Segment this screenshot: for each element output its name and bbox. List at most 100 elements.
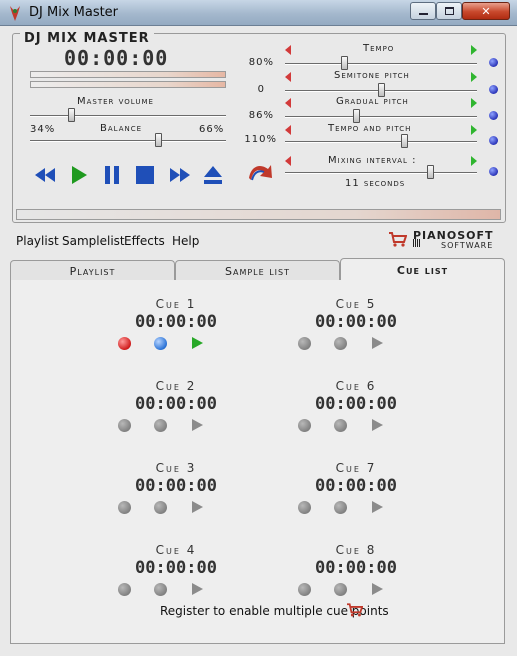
- tempo-and-pitch-track: [285, 141, 477, 143]
- cue-set-button: [118, 501, 131, 514]
- cue-goto-button: [334, 419, 347, 432]
- cue-time: 00:00:00: [315, 394, 397, 414]
- mixing-interval-slider[interactable]: [427, 165, 434, 179]
- mixing-interval-track: [285, 172, 477, 174]
- cue-play-icon: [372, 419, 383, 431]
- close-button[interactable]: ✕: [462, 2, 510, 20]
- cue-label: Cue 3: [155, 461, 197, 475]
- close-icon: ✕: [481, 4, 491, 18]
- cue-set-button: [118, 583, 131, 596]
- fast-forward-button[interactable]: [168, 164, 192, 186]
- balance-track: [30, 140, 226, 142]
- maximize-button[interactable]: [436, 2, 462, 20]
- menu-samplelist[interactable]: Samplelist: [62, 234, 125, 248]
- cue-3: Cue 3 00:00:00: [106, 461, 246, 517]
- tab-playlist[interactable]: Playlist: [10, 260, 175, 281]
- reset-arrow-icon[interactable]: [246, 160, 274, 184]
- play-button[interactable]: [67, 164, 91, 186]
- tempo-pitch-increase-icon[interactable]: [471, 125, 477, 135]
- tab-sample-list[interactable]: Sample list: [175, 260, 340, 281]
- stop-button[interactable]: [133, 164, 157, 186]
- semitone-decrease-icon[interactable]: [285, 72, 291, 82]
- semitone-slider[interactable]: [378, 83, 385, 97]
- cue-7: Cue 7 00:00:00: [286, 461, 426, 517]
- cue-time: 00:00:00: [135, 394, 217, 414]
- brand-sub: SOFTWARE: [441, 241, 494, 250]
- cue-set-button[interactable]: [118, 337, 131, 350]
- tempo-track: [285, 63, 477, 65]
- minimize-icon: [418, 13, 428, 15]
- cue-play-icon: [372, 337, 383, 349]
- pianosoft-logo[interactable]: PIANOSOFT SOFTWARE: [389, 229, 505, 251]
- cue-set-button: [118, 419, 131, 432]
- cue-play-icon: [192, 419, 203, 431]
- rewind-button[interactable]: [33, 164, 57, 186]
- mixing-interval-reset-icon[interactable]: [489, 167, 498, 176]
- tempo-pitch-decrease-icon[interactable]: [285, 125, 291, 135]
- tempo-value: 80%: [248, 57, 274, 68]
- cue-time: 00:00:00: [135, 558, 217, 578]
- mixing-increase-icon[interactable]: [471, 156, 477, 166]
- balance-slider[interactable]: [155, 133, 162, 147]
- tab-cue-list[interactable]: Cue list: [340, 258, 505, 281]
- cue-time: 00:00:00: [135, 312, 217, 332]
- cue-label: Cue 4: [155, 543, 197, 557]
- cue-label: Cue 7: [335, 461, 377, 475]
- cue-controls: [106, 419, 246, 435]
- play-icon: [72, 166, 87, 184]
- register-cart-icon[interactable]: [347, 603, 363, 618]
- cue-label: Cue 8: [335, 543, 377, 557]
- pause-icon: [105, 166, 119, 184]
- semitone-label: Semitone pitch: [334, 70, 410, 81]
- tempo-decrease-icon[interactable]: [285, 45, 291, 55]
- title-bar[interactable]: DJ Mix Master ✕: [0, 0, 517, 26]
- menu-effects[interactable]: Effects: [124, 234, 165, 248]
- cue-goto-button: [154, 583, 167, 596]
- cue-controls: [106, 337, 246, 353]
- menu-help[interactable]: Help: [172, 234, 199, 248]
- cue-goto-button[interactable]: [154, 337, 167, 350]
- cue-time: 00:00:00: [315, 476, 397, 496]
- gradual-increase-icon[interactable]: [471, 98, 477, 108]
- cue-play-icon: [372, 501, 383, 513]
- cue-2: Cue 2 00:00:00: [106, 379, 246, 435]
- tempo-reset-icon[interactable]: [489, 58, 498, 67]
- cue-set-button: [298, 337, 311, 350]
- cue-controls: [286, 501, 426, 517]
- tempo-and-pitch-reset-icon[interactable]: [489, 136, 498, 145]
- cue-controls: [106, 501, 246, 517]
- pause-button[interactable]: [100, 164, 124, 186]
- cue-play-icon: [192, 583, 203, 595]
- gradual-pitch-value: 86%: [248, 110, 274, 121]
- menu-playlist[interactable]: Playlist: [16, 234, 59, 248]
- stop-icon: [136, 166, 154, 184]
- tempo-label: Tempo: [363, 43, 395, 54]
- gradual-pitch-reset-icon[interactable]: [489, 111, 498, 120]
- level-meter-right: [30, 81, 226, 88]
- cue-play-icon[interactable]: [192, 337, 203, 349]
- master-volume-slider[interactable]: [68, 108, 75, 122]
- fast-forward-icon: [170, 168, 190, 182]
- cue-8: Cue 8 00:00:00: [286, 543, 426, 599]
- master-volume-track: [30, 115, 226, 117]
- mixing-decrease-icon[interactable]: [285, 156, 291, 166]
- tempo-slider[interactable]: [341, 56, 348, 70]
- eject-button[interactable]: [201, 164, 225, 186]
- cue-controls: [286, 337, 426, 353]
- cue-1: Cue 1 00:00:00: [106, 297, 246, 353]
- master-volume-label: Master volume: [77, 96, 154, 107]
- minimize-button[interactable]: [410, 2, 436, 20]
- tempo-and-pitch-slider[interactable]: [401, 134, 408, 148]
- gradual-decrease-icon[interactable]: [285, 98, 291, 108]
- gradual-pitch-slider[interactable]: [353, 109, 360, 123]
- semitone-increase-icon[interactable]: [471, 72, 477, 82]
- cue-set-button: [298, 583, 311, 596]
- cue-goto-button: [154, 501, 167, 514]
- semitone-reset-icon[interactable]: [489, 85, 498, 94]
- cue-set-button: [298, 501, 311, 514]
- tempo-increase-icon[interactable]: [471, 45, 477, 55]
- cue-label: Cue 1: [155, 297, 197, 311]
- track-progress-bar[interactable]: [16, 209, 501, 220]
- cue-6: Cue 6 00:00:00: [286, 379, 426, 435]
- rewind-icon: [35, 168, 55, 182]
